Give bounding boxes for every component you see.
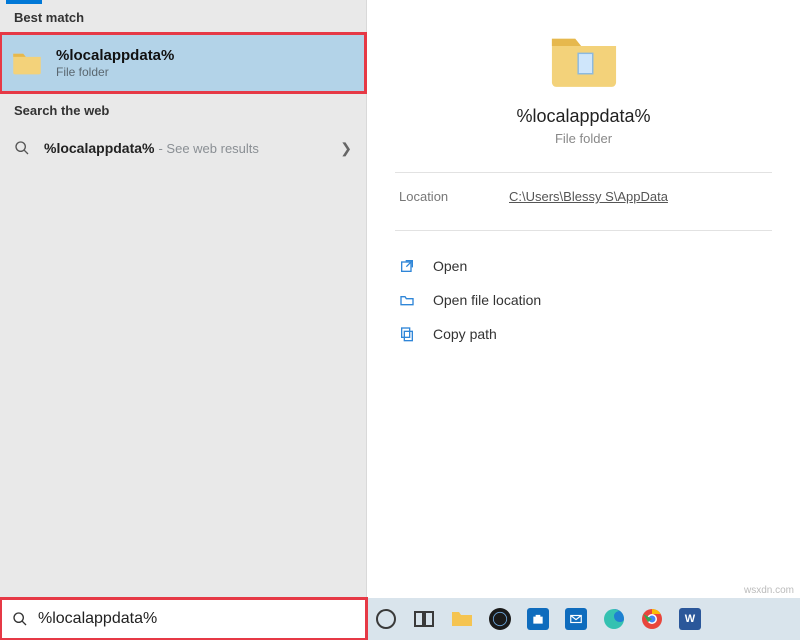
best-match-texts: %localappdata% File folder bbox=[56, 47, 174, 79]
action-copy-path[interactable]: Copy path bbox=[399, 317, 768, 351]
accent-bar bbox=[6, 0, 42, 4]
edge-icon bbox=[602, 607, 626, 631]
taskbar-search[interactable] bbox=[0, 598, 367, 640]
web-result[interactable]: %localappdata% - See web results ❯ bbox=[0, 126, 366, 170]
divider bbox=[395, 172, 772, 173]
location-link[interactable]: C:\Users\Blessy S\AppData bbox=[509, 189, 668, 204]
dell-icon bbox=[489, 608, 511, 630]
actions-list: Open Open file location Copy path bbox=[399, 249, 768, 351]
action-label: Open file location bbox=[433, 292, 541, 308]
dell-button[interactable] bbox=[481, 598, 519, 640]
web-result-title: %localappdata% bbox=[44, 140, 154, 156]
cortana-button[interactable] bbox=[367, 598, 405, 640]
copy-icon bbox=[399, 326, 415, 342]
best-match-result[interactable]: %localappdata% File folder bbox=[0, 33, 366, 93]
open-icon bbox=[399, 258, 415, 274]
action-open-location[interactable]: Open file location bbox=[399, 283, 768, 317]
location-label: Location bbox=[399, 189, 509, 204]
mail-button[interactable] bbox=[557, 598, 595, 640]
taskbar: W bbox=[0, 598, 800, 640]
divider bbox=[395, 230, 772, 231]
file-explorer-button[interactable] bbox=[443, 598, 481, 640]
search-input[interactable] bbox=[38, 610, 355, 628]
chevron-right-icon: ❯ bbox=[340, 140, 352, 157]
search-icon bbox=[14, 140, 30, 156]
chrome-button[interactable] bbox=[633, 598, 671, 640]
preview-title: %localappdata% bbox=[367, 106, 800, 127]
folder-icon bbox=[549, 30, 619, 88]
edge-button[interactable] bbox=[595, 598, 633, 640]
preview-pane: %localappdata% File folder Location C:\U… bbox=[367, 0, 800, 598]
store-button[interactable] bbox=[519, 598, 557, 640]
folder-icon bbox=[12, 50, 42, 76]
task-view-icon bbox=[412, 607, 436, 631]
task-view-button[interactable] bbox=[405, 598, 443, 640]
results-pane: Best match %localappdata% File folder Se… bbox=[0, 0, 367, 598]
search-icon bbox=[12, 611, 28, 627]
folder-icon bbox=[450, 607, 474, 631]
word-button[interactable]: W bbox=[671, 598, 709, 640]
best-match-subtitle: File folder bbox=[56, 65, 174, 79]
web-result-suffix: - See web results bbox=[158, 141, 258, 156]
action-label: Copy path bbox=[433, 326, 497, 342]
search-web-heading: Search the web bbox=[0, 93, 366, 126]
chrome-icon bbox=[640, 607, 664, 631]
best-match-title: %localappdata% bbox=[56, 47, 174, 64]
store-icon bbox=[527, 608, 549, 630]
watermark: wsxdn.com bbox=[744, 585, 794, 596]
best-match-heading: Best match bbox=[0, 0, 366, 33]
word-icon: W bbox=[679, 608, 701, 630]
mail-icon bbox=[565, 608, 587, 630]
preview-subtitle: File folder bbox=[367, 131, 800, 146]
action-open[interactable]: Open bbox=[399, 249, 768, 283]
cortana-icon bbox=[374, 607, 398, 631]
open-location-icon bbox=[399, 292, 415, 308]
action-label: Open bbox=[433, 258, 467, 274]
